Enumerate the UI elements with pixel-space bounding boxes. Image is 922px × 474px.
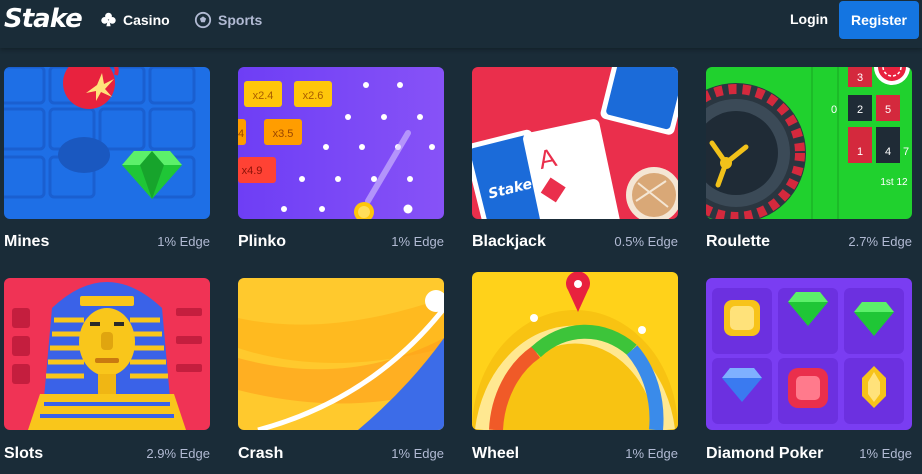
game-edge-roulette: 2.7% Edge xyxy=(848,234,912,249)
nav-sports[interactable]: Sports xyxy=(194,11,262,29)
diamond-poker-thumbnail xyxy=(706,278,912,430)
game-title-mines[interactable]: Mines xyxy=(4,233,49,251)
roulette-number-2: 2 xyxy=(857,104,863,116)
game-card-wheel[interactable] xyxy=(472,272,678,430)
plinko-thumbnail: x2.4 x2.6 4 x3.5 x4.9 xyxy=(238,67,444,219)
mines-thumbnail xyxy=(4,67,210,219)
game-edge-wheel: 1% Edge xyxy=(625,446,678,461)
roulette-number-7: 7 xyxy=(903,146,909,158)
game-title-diamond-poker[interactable]: Diamond Poker xyxy=(706,445,823,463)
game-edge-plinko: 1% Edge xyxy=(391,234,444,249)
roulette-number-5: 5 xyxy=(885,104,891,116)
slots-thumbnail xyxy=(4,278,210,430)
game-title-blackjack[interactable]: Blackjack xyxy=(472,233,546,251)
top-navigation-bar: Stake Casino Sports Login Register xyxy=(0,0,922,48)
crash-thumbnail xyxy=(238,278,444,430)
roulette-number-4: 4 xyxy=(885,146,891,158)
roulette-number-3: 3 xyxy=(857,72,863,84)
plinko-multiplier-3: x4.9 xyxy=(242,165,263,177)
soccer-ball-icon xyxy=(194,11,212,29)
game-edge-mines: 1% Edge xyxy=(157,234,210,249)
game-title-plinko[interactable]: Plinko xyxy=(238,233,286,251)
game-edge-blackjack: 0.5% Edge xyxy=(614,234,678,249)
game-card-mines[interactable] xyxy=(4,67,210,219)
game-edge-diamond-poker: 1% Edge xyxy=(859,446,912,461)
plinko-multiplier-4: 4 xyxy=(238,128,244,140)
plinko-multiplier-2: x3.5 xyxy=(273,128,294,140)
plinko-multiplier-0: x2.4 xyxy=(253,90,274,102)
game-card-plinko[interactable]: x2.4 x2.6 4 x3.5 x4.9 xyxy=(238,67,444,219)
register-button[interactable]: Register xyxy=(839,1,919,39)
club-icon xyxy=(100,11,117,28)
game-card-crash[interactable] xyxy=(238,278,444,430)
login-button[interactable]: Login xyxy=(790,11,828,27)
stake-logo[interactable]: Stake xyxy=(4,4,83,34)
plinko-multiplier-1: x2.6 xyxy=(303,90,324,102)
game-edge-crash: 1% Edge xyxy=(391,446,444,461)
game-card-slots[interactable] xyxy=(4,278,210,430)
roulette-dozen-label: 1st 12 xyxy=(880,177,908,188)
game-title-wheel[interactable]: Wheel xyxy=(472,445,519,463)
nav-casino-label: Casino xyxy=(123,11,170,28)
wheel-thumbnail xyxy=(472,272,678,430)
game-title-slots[interactable]: Slots xyxy=(4,445,43,463)
game-title-roulette[interactable]: Roulette xyxy=(706,233,770,251)
game-title-crash[interactable]: Crash xyxy=(238,445,283,463)
game-card-diamond-poker[interactable] xyxy=(706,278,912,430)
blackjack-thumbnail: Stake A xyxy=(472,67,678,219)
roulette-number-0: 0 xyxy=(831,104,837,116)
game-edge-slots: 2.9% Edge xyxy=(146,446,210,461)
roulette-number-1: 1 xyxy=(857,146,863,158)
game-card-roulette[interactable]: 3 2 5 8 1 4 7 0 1st 12 xyxy=(706,67,912,219)
nav-sports-label: Sports xyxy=(218,12,263,28)
nav-casino[interactable]: Casino xyxy=(100,11,170,28)
roulette-thumbnail: 3 2 5 8 1 4 7 0 1st 12 xyxy=(706,67,912,219)
game-card-blackjack[interactable]: Stake A xyxy=(472,67,678,219)
